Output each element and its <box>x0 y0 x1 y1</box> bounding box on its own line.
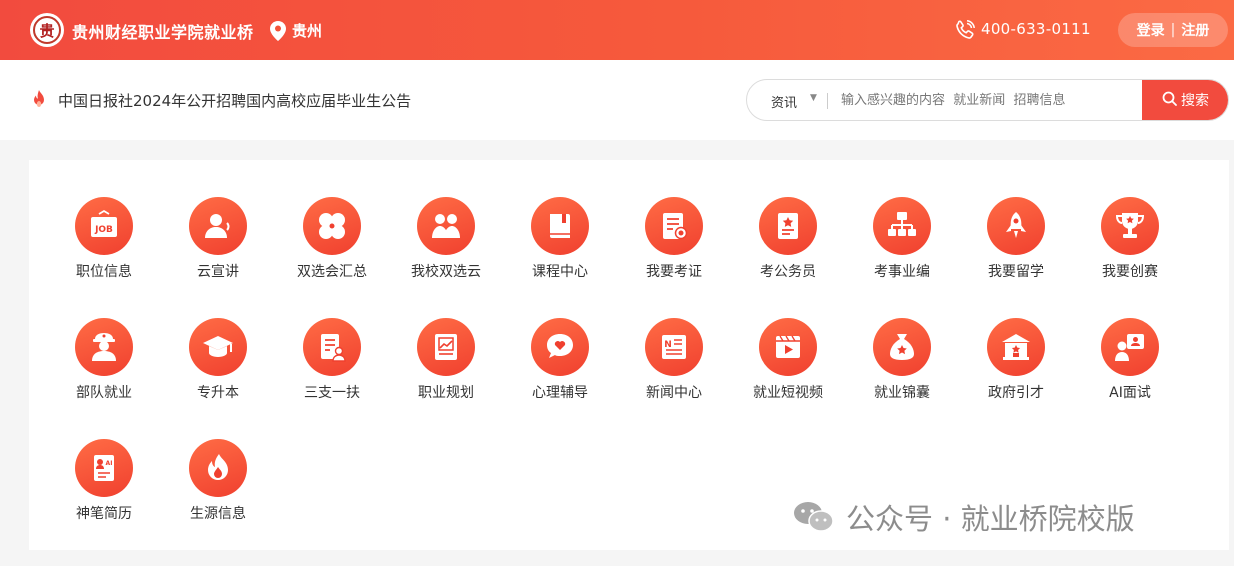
rocket-icon <box>987 197 1045 255</box>
tile-label: 职位信息 <box>76 264 132 280</box>
phone-icon <box>955 20 975 44</box>
svg-text:JOB: JOB <box>94 225 113 235</box>
tile-label: 神笔简历 <box>76 506 132 522</box>
tile-cloud-talk[interactable]: 云宣讲 <box>163 197 273 307</box>
school-logo[interactable]: 贵 <box>30 13 64 47</box>
location-pin-icon[interactable] <box>270 21 286 45</box>
search-icon <box>1162 91 1177 110</box>
tile-career-planning[interactable]: 职业规划 <box>391 318 501 428</box>
tile-student-source[interactable]: 生源信息 <box>163 439 273 549</box>
job-icon: JOB <box>75 197 133 255</box>
org-chart-icon <box>873 197 931 255</box>
tile-label: 部队就业 <box>76 385 132 401</box>
tile-gov-talent[interactable]: 政府引才 <box>961 318 1071 428</box>
top-header-bar: 贵 贵州财经职业学院就业桥 贵州 400-633-0111 登录 | 注册 <box>0 0 1234 60</box>
book-icon <box>531 197 589 255</box>
tile-certificate[interactable]: 我要考证 <box>619 197 729 307</box>
tile-counseling[interactable]: 心理辅导 <box>505 318 615 428</box>
tile-label: 课程中心 <box>532 264 588 280</box>
tile-label: 政府引才 <box>988 385 1044 401</box>
document-star-icon <box>759 197 817 255</box>
tile-label: 考事业编 <box>874 264 930 280</box>
tile-label: 双选会汇总 <box>297 264 367 280</box>
tile-military[interactable]: 部队就业 <box>49 318 159 428</box>
people-icon <box>417 197 475 255</box>
tile-public-institution[interactable]: 考事业编 <box>847 197 957 307</box>
tile-course-center[interactable]: 课程中心 <box>505 197 615 307</box>
soldier-icon <box>75 318 133 376</box>
presenter-icon <box>189 197 247 255</box>
clover-icon <box>303 197 361 255</box>
tile-three-supports[interactable]: 三支一扶 <box>277 318 387 428</box>
tile-competition[interactable]: 我要创赛 <box>1075 197 1185 307</box>
tile-label: 专升本 <box>197 385 239 401</box>
tile-label: AI面试 <box>1109 385 1151 401</box>
tile-label: 考公务员 <box>760 264 816 280</box>
search-input[interactable] <box>841 80 1141 120</box>
tile-school-fair[interactable]: 我校双选云 <box>391 197 501 307</box>
hot-flame-icon <box>30 90 48 114</box>
tile-label: 心理辅导 <box>532 385 588 401</box>
certificate-icon <box>645 197 703 255</box>
headline-notice[interactable]: 中国日报社2024年公开招聘国内高校应届毕业生公告 <box>58 90 411 111</box>
auth-pill: 登录 | 注册 <box>1118 13 1228 47</box>
auth-separator: | <box>1170 22 1176 38</box>
chart-board-icon <box>417 318 475 376</box>
ai-resume-icon: AI <box>75 439 133 497</box>
resume-person-icon <box>303 318 361 376</box>
tile-short-video[interactable]: 就业短视频 <box>733 318 843 428</box>
hotline-number: 400-633-0111 <box>981 20 1091 38</box>
svg-text:AI: AI <box>106 460 113 467</box>
search-divider <box>827 93 828 109</box>
tile-civil-servant[interactable]: 考公务员 <box>733 197 843 307</box>
graduation-cap-icon <box>189 318 247 376</box>
tile-label: 新闻中心 <box>646 385 702 401</box>
search-button-label: 搜索 <box>1181 93 1209 109</box>
government-icon <box>987 318 1045 376</box>
search-button[interactable]: 搜索 <box>1142 80 1228 120</box>
money-bag-icon <box>873 318 931 376</box>
login-link[interactable]: 登录 <box>1137 20 1165 40</box>
site-title[interactable]: 贵州财经职业学院就业桥 <box>72 19 254 43</box>
wechat-icon <box>792 499 836 535</box>
register-link[interactable]: 注册 <box>1181 20 1209 40</box>
tile-label: 生源信息 <box>190 506 246 522</box>
video-icon <box>759 318 817 376</box>
trophy-icon <box>1101 197 1159 255</box>
chevron-down-icon[interactable]: ▼ <box>810 93 817 103</box>
tile-label: 职业规划 <box>418 385 474 401</box>
tile-job-info[interactable]: JOB 职位信息 <box>49 197 159 307</box>
logo-mark: 贵 <box>33 16 61 44</box>
tile-ai-interview[interactable]: AI面试 <box>1075 318 1185 428</box>
search-strip: 中国日报社2024年公开招聘国内高校应届毕业生公告 资讯 ▼ 搜索 <box>0 60 1234 140</box>
tile-ai-resume[interactable]: AI 神笔简历 <box>49 439 159 549</box>
tile-label: 我校双选云 <box>411 264 481 280</box>
svg-text:N: N <box>664 340 672 350</box>
tile-label: 我要创赛 <box>1102 264 1158 280</box>
heart-chat-icon <box>531 318 589 376</box>
flame-icon <box>189 439 247 497</box>
tile-fair-summary[interactable]: 双选会汇总 <box>277 197 387 307</box>
location-label[interactable]: 贵州 <box>292 20 322 41</box>
wechat-watermark: 公众号 · 就业桥院校版 <box>792 496 1135 538</box>
search-box: 资讯 ▼ 搜索 <box>746 79 1229 121</box>
tile-label: 就业锦囊 <box>874 385 930 401</box>
tile-upgrade-degree[interactable]: 专升本 <box>163 318 273 428</box>
tile-career-tips[interactable]: 就业锦囊 <box>847 318 957 428</box>
search-type-select[interactable]: 资讯 <box>771 92 797 111</box>
tile-study-abroad[interactable]: 我要留学 <box>961 197 1071 307</box>
tile-label: 就业短视频 <box>753 385 823 401</box>
tile-label: 我要留学 <box>988 264 1044 280</box>
tile-label: 云宣讲 <box>197 264 239 280</box>
ai-interview-icon <box>1101 318 1159 376</box>
service-grid-panel: JOB 职位信息 云宣讲 双选会汇总 我校双选云 课程中心 我要考证 考公务员 … <box>29 160 1229 550</box>
watermark-text: 公众号 · 就业桥院校版 <box>846 502 1135 536</box>
tile-label: 三支一扶 <box>304 385 360 401</box>
tile-news-center[interactable]: N 新闻中心 <box>619 318 729 428</box>
tile-label: 我要考证 <box>646 264 702 280</box>
newspaper-icon: N <box>645 318 703 376</box>
